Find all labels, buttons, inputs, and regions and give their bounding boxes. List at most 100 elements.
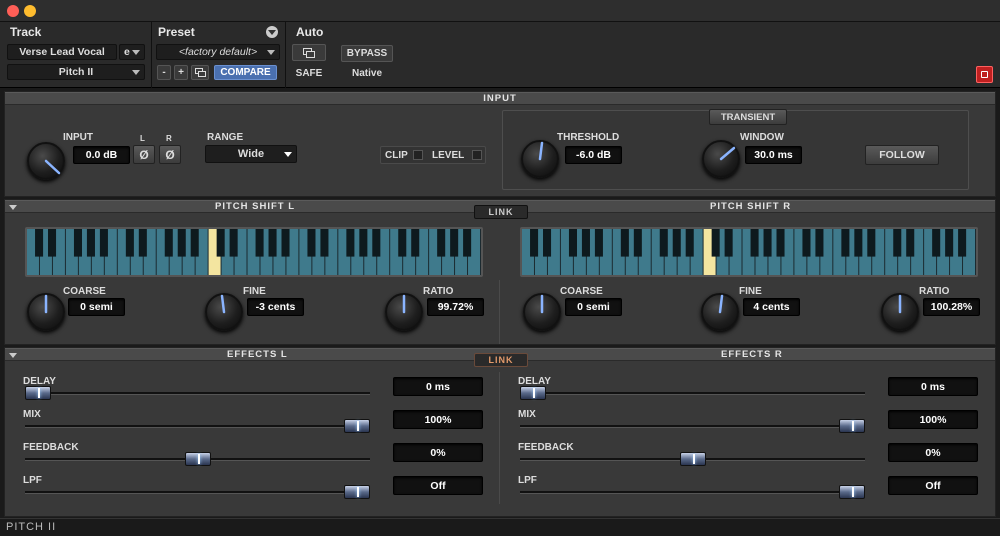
preset-menu-icon[interactable]: [266, 26, 278, 38]
phase-invert-l-button[interactable]: Ø: [133, 145, 155, 164]
close-window-button[interactable]: [7, 5, 19, 17]
mix-l-value[interactable]: 100%: [393, 410, 483, 429]
keyboard-l-black-key[interactable]: [138, 229, 147, 257]
lpf-r-slider-track[interactable]: [520, 491, 865, 494]
compare-button[interactable]: COMPARE: [214, 65, 277, 80]
keyboard-r-black-key[interactable]: [841, 229, 850, 257]
automation-window-icon[interactable]: [292, 44, 326, 61]
keyboard-l-black-key[interactable]: [372, 229, 381, 257]
keyboard-l-black-key[interactable]: [463, 229, 472, 257]
feedback-l-value[interactable]: 0%: [393, 443, 483, 462]
target-toggle-icon[interactable]: [976, 66, 993, 83]
delay-r-slider-track[interactable]: [520, 392, 865, 395]
delay-l-slider-thumb[interactable]: [25, 386, 51, 400]
feedback-r-slider-thumb[interactable]: [679, 452, 706, 466]
keyboard-r-black-key[interactable]: [763, 229, 772, 257]
keyboard-l-black-key[interactable]: [125, 229, 134, 257]
keyboard-l-black-key[interactable]: [268, 229, 277, 257]
ratio-r-value[interactable]: 100.28%: [923, 298, 980, 316]
keyboard-r-black-key[interactable]: [945, 229, 954, 257]
keyboard-r-black-key[interactable]: [867, 229, 876, 257]
threshold-knob[interactable]: [521, 140, 559, 178]
effects-link-button[interactable]: LINK: [474, 353, 528, 367]
keyboard-r-black-key[interactable]: [724, 229, 733, 257]
delay-r-value[interactable]: 0 ms: [888, 377, 978, 396]
fine-r-knob[interactable]: [701, 293, 739, 331]
minimize-window-button[interactable]: [24, 5, 36, 17]
keyboard-l-black-key[interactable]: [229, 229, 238, 257]
ratio-l-value[interactable]: 99.72%: [427, 298, 484, 316]
keyboard-r-black-key[interactable]: [543, 229, 552, 257]
keyboard-r-black-key[interactable]: [893, 229, 902, 257]
preset-selector[interactable]: <factory default>: [156, 44, 280, 60]
keyboard-r-black-key[interactable]: [802, 229, 811, 257]
mix-r-value[interactable]: 100%: [888, 410, 978, 429]
keyboard-l-black-key[interactable]: [177, 229, 186, 257]
keyboard-l-black-key[interactable]: [281, 229, 290, 257]
pitch-link-button[interactable]: LINK: [474, 205, 528, 219]
range-selector[interactable]: Wide: [205, 145, 297, 163]
keyboard-l[interactable]: [25, 227, 483, 277]
insert-selector[interactable]: Pitch II: [7, 64, 145, 80]
mix-r-slider-track[interactable]: [520, 425, 865, 428]
keyboard-l-black-key[interactable]: [73, 229, 82, 257]
feedback-r-value[interactable]: 0%: [888, 443, 978, 462]
follow-button[interactable]: FOLLOW: [865, 145, 939, 165]
lpf-l-value[interactable]: Off: [393, 476, 483, 495]
keyboard-l-black-key[interactable]: [35, 229, 44, 257]
keyboard-r-black-key[interactable]: [672, 229, 681, 257]
keyboard-l-black-key[interactable]: [190, 229, 199, 257]
window-knob[interactable]: [702, 140, 740, 178]
keyboard-r-black-key[interactable]: [530, 229, 539, 257]
lpf-l-slider-track[interactable]: [25, 491, 370, 494]
fine-r-value[interactable]: 4 cents: [743, 298, 800, 316]
keyboard-l-black-key[interactable]: [450, 229, 459, 257]
delay-l-value[interactable]: 0 ms: [393, 377, 483, 396]
mix-l-slider-thumb[interactable]: [344, 419, 370, 433]
keyboard-l-black-key[interactable]: [320, 229, 329, 257]
lpf-l-slider-thumb[interactable]: [344, 485, 370, 499]
track-selector[interactable]: Verse Lead Vocal: [7, 44, 117, 60]
transient-button[interactable]: TRANSIENT: [709, 109, 787, 125]
keyboard-r-black-key[interactable]: [685, 229, 694, 257]
keyboard-r[interactable]: [520, 227, 978, 277]
keyboard-l-black-key[interactable]: [48, 229, 57, 257]
keyboard-r-black-key[interactable]: [815, 229, 824, 257]
input-gain-value[interactable]: 0.0 dB: [73, 146, 130, 164]
keyboard-l-black-key[interactable]: [398, 229, 407, 257]
window-value[interactable]: 30.0 ms: [745, 146, 802, 164]
keyboard-l-black-key[interactable]: [86, 229, 95, 257]
input-gain-knob[interactable]: [27, 142, 65, 180]
keyboard-l-black-key[interactable]: [437, 229, 446, 257]
mix-l-slider-track[interactable]: [25, 425, 370, 428]
keyboard-r-black-key[interactable]: [711, 229, 720, 257]
ratio-r-knob[interactable]: [881, 293, 919, 331]
ratio-l-knob[interactable]: [385, 293, 423, 331]
keyboard-l-black-key[interactable]: [164, 229, 173, 257]
lpf-r-value[interactable]: Off: [888, 476, 978, 495]
next-preset-button[interactable]: +: [174, 65, 188, 80]
keyboard-r-black-key[interactable]: [568, 229, 577, 257]
coarse-l-knob[interactable]: [27, 293, 65, 331]
collapse-pitch-icon[interactable]: [9, 205, 17, 210]
phase-invert-r-button[interactable]: Ø: [159, 145, 181, 164]
keyboard-r-black-key[interactable]: [958, 229, 967, 257]
fine-l-value[interactable]: -3 cents: [247, 298, 304, 316]
delay-l-slider-track[interactable]: [25, 392, 370, 395]
track-group-selector[interactable]: e: [119, 44, 145, 60]
keyboard-r-black-key[interactable]: [776, 229, 785, 257]
feedback-l-slider-thumb[interactable]: [184, 452, 211, 466]
keyboard-r-black-key[interactable]: [659, 229, 668, 257]
keyboard-l-black-key[interactable]: [359, 229, 368, 257]
coarse-r-value[interactable]: 0 semi: [565, 298, 622, 316]
keyboard-r-black-key[interactable]: [854, 229, 863, 257]
keyboard-l-black-key[interactable]: [216, 229, 225, 257]
native-button[interactable]: Native: [341, 66, 393, 81]
keyboard-l-black-key[interactable]: [255, 229, 264, 257]
keyboard-r-black-key[interactable]: [594, 229, 603, 257]
keyboard-r-black-key[interactable]: [620, 229, 629, 257]
keyboard-r-black-key[interactable]: [633, 229, 642, 257]
coarse-r-knob[interactable]: [523, 293, 561, 331]
keyboard-r-black-key[interactable]: [581, 229, 590, 257]
keyboard-r-black-key[interactable]: [906, 229, 915, 257]
